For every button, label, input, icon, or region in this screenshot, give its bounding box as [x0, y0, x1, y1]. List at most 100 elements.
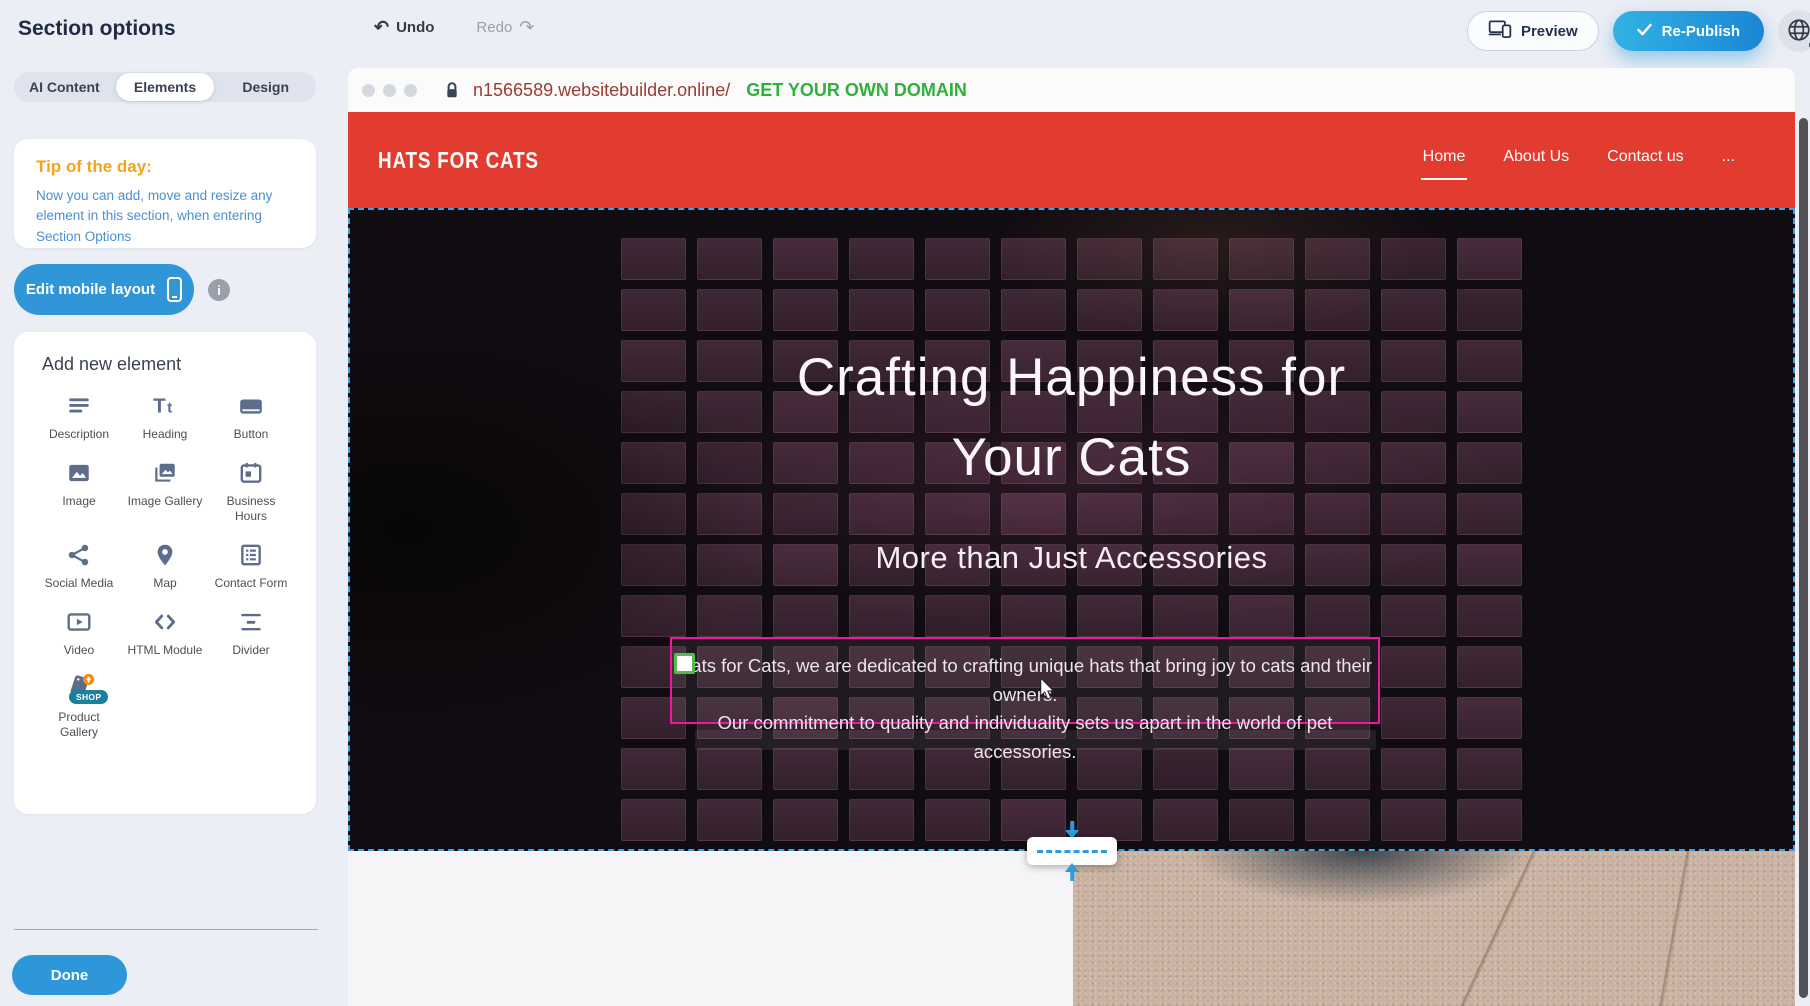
element-contact-form[interactable]: Contact Form — [208, 540, 294, 591]
app-window: Section options ↶ Undo Redo ↷ Preview Re… — [0, 0, 1810, 1006]
element-label: Product Gallery — [40, 710, 118, 740]
hero-tile — [1001, 595, 1066, 637]
hero-tile — [1381, 238, 1446, 280]
hero-tile — [1077, 595, 1142, 637]
hero-tile — [1153, 595, 1218, 637]
element-label: Image Gallery — [128, 494, 203, 509]
hero-description: Hats for Cats, we are dedicated to craft… — [672, 639, 1378, 767]
site-url[interactable]: n1566589.websitebuilder.online/ — [473, 80, 730, 101]
hero-tile — [1229, 289, 1294, 331]
hero-tile — [925, 238, 990, 280]
element-label: Image — [62, 494, 95, 509]
redo-icon: ↷ — [519, 18, 534, 36]
contact-form-icon — [238, 540, 264, 570]
hero-tile — [849, 289, 914, 331]
element-map[interactable]: Map — [122, 540, 208, 591]
get-your-own-domain-link[interactable]: GET YOUR OWN DOMAIN — [746, 80, 967, 101]
element-label: HTML Module — [128, 643, 203, 658]
divider-icon — [238, 607, 264, 637]
preview-button[interactable]: Preview — [1467, 11, 1599, 51]
page-scrollbar[interactable] — [1799, 118, 1808, 998]
element-label: Description — [49, 427, 109, 442]
hero-tile — [1457, 493, 1522, 535]
republish-button[interactable]: Re-Publish — [1613, 11, 1764, 51]
element-image[interactable]: Image — [36, 458, 122, 524]
hero-tile — [697, 289, 762, 331]
tab-elements[interactable]: Elements — [116, 73, 215, 101]
hero-tile — [621, 289, 686, 331]
button-icon — [238, 391, 264, 421]
description-icon — [66, 391, 92, 421]
element-product-gallery[interactable]: SHOP Product Gallery — [36, 674, 122, 740]
social-media-icon — [66, 540, 92, 570]
html-module-icon — [152, 607, 178, 637]
element-business-hours[interactable]: Business Hours — [208, 458, 294, 524]
hero-tile — [1077, 493, 1142, 535]
sidebar-divider — [14, 929, 318, 930]
hero-tile — [1305, 238, 1370, 280]
hero-tile — [849, 238, 914, 280]
hero-tile — [849, 595, 914, 637]
tab-design[interactable]: Design — [216, 73, 315, 101]
hero-tile — [925, 799, 990, 841]
video-icon — [66, 607, 92, 637]
element-button[interactable]: Button — [208, 391, 294, 442]
done-button[interactable]: Done — [12, 955, 127, 995]
hero-tile — [773, 493, 838, 535]
element-heading[interactable]: TtHeading — [122, 391, 208, 442]
mobile-phone-icon — [167, 277, 182, 302]
element-label: Heading — [143, 427, 188, 442]
map-icon — [152, 540, 178, 570]
hero-subheading[interactable]: More than Just Accessories — [350, 540, 1793, 576]
hero-tile — [1077, 238, 1142, 280]
element-divider[interactable]: Divider — [208, 607, 294, 658]
top-toolbar: Section options ↶ Undo Redo ↷ Preview Re… — [0, 0, 1810, 60]
hero-heading[interactable]: Crafting Happiness for Your Cats — [350, 338, 1793, 498]
element-description[interactable]: Description — [36, 391, 122, 442]
nav-item-home[interactable]: Home — [1421, 146, 1468, 174]
hero-tile — [697, 493, 762, 535]
nav-item-about-us[interactable]: About Us — [1501, 146, 1571, 174]
element-drag-handle[interactable] — [674, 653, 695, 674]
hero-section-selected[interactable]: Crafting Happiness for Your Cats More th… — [348, 208, 1795, 851]
undo-button[interactable]: ↶ Undo — [370, 14, 438, 40]
panel-title: Section options — [18, 17, 176, 41]
element-social-media[interactable]: Social Media — [36, 540, 122, 591]
hero-tile — [849, 493, 914, 535]
hero-tile — [1229, 595, 1294, 637]
hero-tile — [1001, 238, 1066, 280]
check-icon — [1637, 23, 1652, 40]
nav-item-[interactable]: ... — [1720, 146, 1737, 174]
globe-icon — [1786, 17, 1810, 46]
selected-text-element[interactable]: Hats for Cats, we are dedicated to craft… — [670, 637, 1380, 724]
element-label: Button — [234, 427, 269, 442]
hero-tile — [1457, 238, 1522, 280]
redo-button[interactable]: Redo ↷ — [472, 14, 538, 40]
tab-ai-content[interactable]: AI Content — [15, 73, 114, 101]
hero-tile — [621, 493, 686, 535]
hero-tile — [1381, 595, 1446, 637]
tip-title: Tip of the day: — [36, 157, 294, 177]
hero-tile — [1381, 493, 1446, 535]
edit-mobile-layout-button[interactable]: Edit mobile layout — [14, 264, 194, 315]
image-icon — [66, 458, 92, 488]
hero-tile — [1305, 799, 1370, 841]
hero-tile — [1229, 238, 1294, 280]
hero-tile — [697, 799, 762, 841]
nav-item-contact-us[interactable]: Contact us — [1605, 146, 1685, 174]
section-resize-handle[interactable] — [1027, 821, 1117, 881]
hero-tile — [1229, 799, 1294, 841]
shop-badge: SHOP — [69, 690, 108, 704]
hero-tile — [849, 799, 914, 841]
info-icon[interactable]: i — [208, 279, 230, 301]
language-globe-button[interactable] — [1778, 10, 1810, 52]
element-video[interactable]: Video — [36, 607, 122, 658]
hero-tile — [1153, 289, 1218, 331]
hero-tile — [621, 799, 686, 841]
element-label: Map — [153, 576, 176, 591]
element-html-module[interactable]: HTML Module — [122, 607, 208, 658]
image-gallery-icon — [152, 458, 178, 488]
hero-tile — [1381, 646, 1446, 688]
element-image-gallery[interactable]: Image Gallery — [122, 458, 208, 524]
element-grid: Description TtHeading Button Image Image Gal… — [36, 391, 294, 740]
